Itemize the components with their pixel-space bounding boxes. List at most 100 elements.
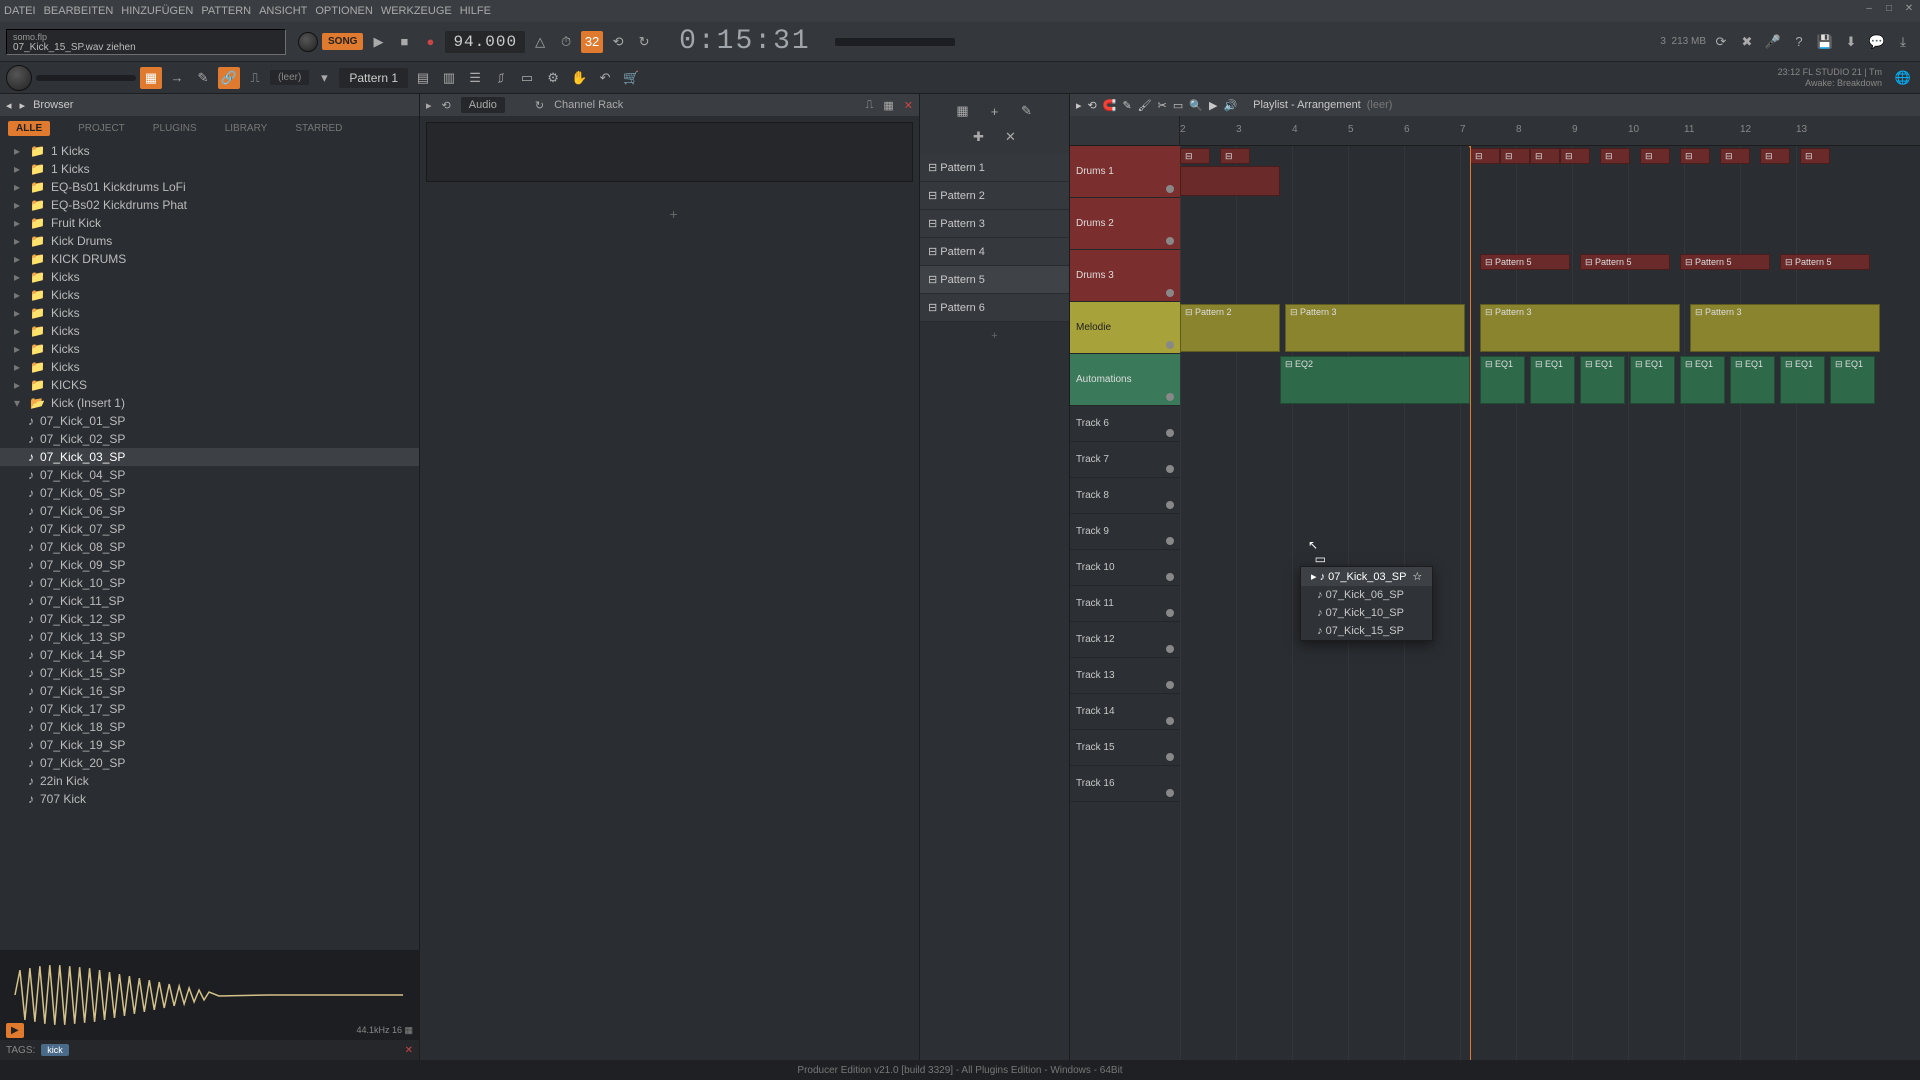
track-mute-dot[interactable] [1166,573,1174,581]
stop-button[interactable]: ■ [393,31,415,53]
track-mute-dot[interactable] [1166,789,1174,797]
save-icon[interactable]: 💾 [1814,31,1836,53]
pattern-list-item[interactable]: ⊟ Pattern 4 [920,238,1069,266]
browser-file[interactable]: ♪07_Kick_18_SP [0,718,419,736]
help-icon[interactable]: ? [1788,31,1810,53]
playlist-clip[interactable]: ⊟ Pattern 2 [1180,304,1280,352]
playlist-grid[interactable]: ⊟ Pa…n 6⊟ Pa…n 6⊟ Pa…n 6⊟ Pa…n 6⊟ Pa…n 6… [1180,146,1920,1060]
playlist-clip[interactable]: ⊟ Pattern 5 [1580,254,1670,270]
pl-brush-icon[interactable]: 🖌 [1138,99,1152,112]
render-icon[interactable]: ⬇ [1840,31,1862,53]
drop-menu-item[interactable]: ♪ 07_Kick_06_SP [1301,586,1432,604]
track-mute-dot[interactable] [1166,429,1174,437]
shop-icon[interactable]: 🛒 [620,67,642,89]
browser-file[interactable]: ♪07_Kick_08_SP [0,538,419,556]
browser-file[interactable]: ♪07_Kick_12_SP [0,610,419,628]
browser-folder[interactable]: ▸📁Kicks [0,358,419,376]
browser-file[interactable]: ♪07_Kick_04_SP [0,466,419,484]
track-header[interactable]: Track 13 [1070,658,1180,694]
pl-cut-icon[interactable]: ✂ [1158,99,1167,112]
track-header[interactable]: Track 16 [1070,766,1180,802]
sample-drop-menu[interactable]: ▸ ♪ 07_Kick_03_SP ☆ ♪ 07_Kick_06_SP ♪ 07… [1300,566,1433,641]
pattern-list-item[interactable]: ⊟ Pattern 3 [920,210,1069,238]
playlist-clip[interactable]: ⊟ EQ2 [1280,356,1470,404]
browser-folder[interactable]: ▸📁KICKS [0,376,419,394]
browser-file[interactable]: ♪07_Kick_10_SP [0,574,419,592]
browser-folder[interactable]: ▸📁KICK DRUMS [0,250,419,268]
pl-magnet-icon[interactable]: 🧲 [1103,99,1117,112]
browser-tab-plugins[interactable]: PLUGINS [153,123,197,134]
browser-file[interactable]: ♪707 Kick [0,790,419,808]
browser-folder[interactable]: ▸📁EQ-Bs01 Kickdrums LoFi [0,178,419,196]
comment-icon[interactable]: 💬 [1866,31,1888,53]
browser-folder[interactable]: ▸📁Fruit Kick [0,214,419,232]
playlist-clip[interactable]: ⊟ Pa…n 6 [1560,148,1590,164]
track-mute-dot[interactable] [1166,717,1174,725]
track-mute-dot[interactable] [1166,465,1174,473]
playlist-clip[interactable]: ⊟ Pa…n 6 [1180,148,1210,164]
playlist-clip[interactable]: ⊟ Pa…n 6 [1470,148,1500,164]
window-maximize[interactable]: □ [1882,2,1896,16]
playlist-clip[interactable]: ⊟ Pa…n 6 [1800,148,1830,164]
track-mute-dot[interactable] [1166,393,1174,401]
pattern-list-item[interactable]: ⊟ Pattern 6 [920,294,1069,322]
playlist-clip[interactable]: ⊟ EQ1 [1580,356,1625,404]
view-browser-icon[interactable]: ▭ [516,67,538,89]
browser-folder[interactable]: ▸📁Kicks [0,268,419,286]
browser-tab-alle[interactable]: ALLE [8,121,50,136]
browser-menu-icon[interactable]: ▸ [20,99,26,112]
step-seq-area[interactable] [426,122,913,182]
link-next-icon[interactable]: → [166,67,188,89]
track-mute-dot[interactable] [1166,501,1174,509]
cr-graph-icon[interactable]: ⎍ [866,99,874,112]
track-header[interactable]: Track 11 [1070,586,1180,622]
metronome-icon[interactable]: △ [529,31,551,53]
playlist-clip[interactable]: ⊟ Pa…n 6 [1720,148,1750,164]
track-mute-dot[interactable] [1166,185,1174,193]
master-pitch-slider[interactable] [36,75,136,81]
track-header[interactable]: Track 9 [1070,514,1180,550]
menu-ansicht[interactable]: ANSICHT [259,5,307,17]
playlist-clip[interactable]: ⊟ EQ1 [1780,356,1825,404]
menu-datei[interactable]: DATEI [4,5,36,17]
playlist-clip[interactable]: ⊟ EQ1 [1530,356,1575,404]
picker-add-icon[interactable]: + [984,100,1006,122]
browser-folder[interactable]: ▸📁1 Kicks [0,160,419,178]
link-icon[interactable]: 🔗 [218,67,240,89]
browser-file[interactable]: ♪07_Kick_16_SP [0,682,419,700]
pattern-add-button[interactable]: + [920,322,1069,350]
playlist-clip[interactable]: ⊟ Pattern 3 [1480,304,1680,352]
time-display[interactable]: 0:15:31 [679,26,811,57]
browser-file[interactable]: ♪07_Kick_02_SP [0,430,419,448]
tag-kick[interactable]: kick [41,1044,69,1056]
playlist-clip[interactable]: ⊟ EQ1 [1630,356,1675,404]
pl-speaker-icon[interactable]: 🔊 [1223,99,1237,112]
record-button[interactable]: ● [419,31,441,53]
countdown-icon[interactable]: ⏱ [555,31,577,53]
playlist-clip[interactable]: ⊟ EQ1 [1830,356,1875,404]
pattern-list-item[interactable]: ⊟ Pattern 1 [920,154,1069,182]
picker-grid-icon[interactable]: ▦ [952,100,974,122]
browser-file[interactable]: ♪07_Kick_13_SP [0,628,419,646]
play-button[interactable]: ▶ [367,31,389,53]
track-header[interactable]: Track 12 [1070,622,1180,658]
window-close[interactable]: ✕ [1902,2,1916,16]
playlist-clip[interactable]: ⊟ Pattern 5 [1680,254,1770,270]
step-seq-icon[interactable]: ▦ [140,67,162,89]
playlist-clip[interactable]: ⊟ Pattern 3 [1285,304,1465,352]
browser-folder[interactable]: ▸📁Kick Drums [0,232,419,250]
browser-folder[interactable]: ▸📁Kicks [0,304,419,322]
playlist-clip[interactable]: ⊟ Pa…n 6 [1220,148,1250,164]
edit-tool-icon[interactable]: ✎ [192,67,214,89]
track-header[interactable]: Track 6 [1070,406,1180,442]
cr-options-icon[interactable]: ⟲ [442,99,451,112]
playlist-clip[interactable]: ⊟ Pa…n 6 [1640,148,1670,164]
track-header[interactable]: Melodie [1070,302,1180,354]
browser-folder[interactable]: ▸📁Kicks [0,286,419,304]
playlist-clip[interactable]: ⊟ Pa…n 6 [1530,148,1560,164]
tempo-display[interactable]: 94.000 [445,31,525,53]
download-icon[interactable]: ⤓ [1892,31,1914,53]
browser-file[interactable]: ♪07_Kick_14_SP [0,646,419,664]
browser-file[interactable]: ♪07_Kick_09_SP [0,556,419,574]
drop-menu-item[interactable]: ♪ 07_Kick_10_SP [1301,604,1432,622]
